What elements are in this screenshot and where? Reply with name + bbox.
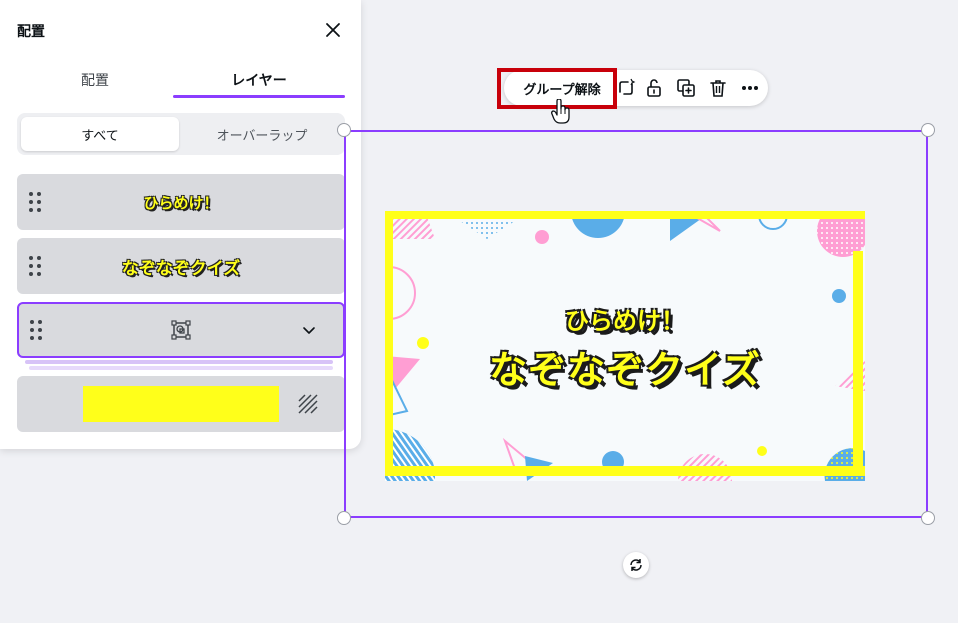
layer-preview-text: ひらめけ！ bbox=[143, 193, 219, 212]
layer-item-group[interactable] bbox=[17, 302, 345, 358]
expand-group-button[interactable] bbox=[297, 318, 321, 342]
background-color-swatch bbox=[83, 386, 279, 422]
chevron-down-icon bbox=[303, 327, 315, 334]
quiz-design-group[interactable]: ひらめけ！ なぞなぞクイズ bbox=[385, 211, 865, 481]
drag-handle-icon[interactable] bbox=[29, 192, 43, 214]
drag-handle-icon[interactable] bbox=[30, 320, 44, 342]
layer-item-text-2[interactable]: なぞなぞクイズ bbox=[17, 238, 345, 294]
element-toolbar: グループ解除 bbox=[504, 70, 768, 106]
animate-button[interactable] bbox=[614, 76, 638, 100]
lock-button[interactable] bbox=[642, 76, 666, 100]
duplicate-button[interactable] bbox=[674, 76, 698, 100]
filter-all-button[interactable]: すべて bbox=[21, 117, 179, 151]
more-options-button[interactable] bbox=[738, 76, 762, 100]
rotate-icon bbox=[630, 559, 642, 571]
close-button[interactable] bbox=[320, 17, 346, 43]
quiz-title-line2[interactable]: なぞなぞクイズ bbox=[385, 339, 865, 394]
transparency-pattern-icon bbox=[298, 394, 318, 414]
rotate-button[interactable] bbox=[623, 552, 649, 578]
group-children-indicator bbox=[29, 366, 333, 370]
close-icon bbox=[326, 23, 340, 37]
tab-layers[interactable]: レイヤー bbox=[173, 62, 345, 98]
resize-handle-bottom-left[interactable] bbox=[337, 511, 351, 525]
tab-arrange[interactable]: 配置 bbox=[17, 62, 173, 98]
layer-filter: すべて オーバーラップ bbox=[17, 113, 345, 155]
resize-handle-top-right[interactable] bbox=[921, 123, 935, 137]
filter-overlap-button[interactable]: オーバーラップ bbox=[183, 117, 341, 151]
group-children-indicator bbox=[25, 360, 333, 364]
trash-icon bbox=[710, 80, 726, 97]
layer-item-text-1[interactable]: ひらめけ！ bbox=[17, 174, 345, 230]
delete-button[interactable] bbox=[706, 76, 730, 100]
active-tab-indicator bbox=[173, 95, 345, 98]
resize-handle-bottom-right[interactable] bbox=[921, 511, 935, 525]
drag-handle-icon[interactable] bbox=[29, 256, 43, 278]
lock-icon bbox=[647, 79, 661, 97]
panel-title: 配置 bbox=[17, 24, 45, 40]
position-panel: 配置 配置 レイヤー すべて オーバーラップ ひらめけ！ なぞなぞクイズ bbox=[0, 0, 361, 449]
layer-item-background[interactable] bbox=[17, 376, 345, 432]
resize-handle-top-left[interactable] bbox=[337, 123, 351, 137]
animate-icon bbox=[619, 78, 636, 95]
more-icon bbox=[742, 86, 758, 90]
layer-preview-text: なぞなぞクイズ bbox=[121, 258, 241, 279]
quiz-title-line1[interactable]: ひらめけ！ bbox=[385, 301, 865, 336]
duplicate-icon bbox=[677, 79, 695, 97]
panel-tabs: 配置 レイヤー bbox=[17, 62, 345, 98]
group-icon bbox=[171, 320, 191, 340]
hand-cursor-icon bbox=[551, 99, 570, 124]
